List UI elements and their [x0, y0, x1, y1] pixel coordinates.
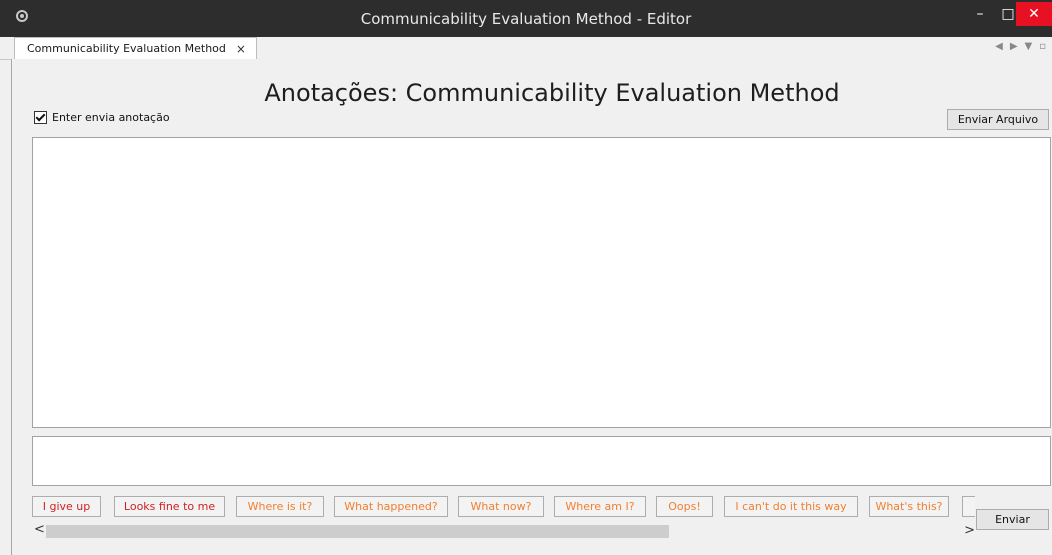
tab-label: Communicability Evaluation Method: [27, 41, 226, 55]
send-button[interactable]: Enviar: [976, 509, 1049, 530]
enter-sends-label: Enter envia anotação: [52, 111, 170, 124]
tag-button-what-now[interactable]: What now?: [458, 496, 544, 517]
enter-sends-checkbox-row[interactable]: Enter envia anotação: [34, 111, 170, 124]
tab-extra-icon[interactable]: ▫: [1039, 41, 1046, 52]
tag-button-where-is-it[interactable]: Where is it?: [236, 496, 324, 517]
scroll-right-icon[interactable]: >: [964, 523, 975, 538]
tag-button-i-cant-do-it-this-way[interactable]: I can't do it this way: [724, 496, 858, 517]
tab-forward-icon[interactable]: ▶: [1010, 41, 1018, 52]
tag-button-looks-fine-to-me[interactable]: Looks fine to me: [114, 496, 225, 517]
tags-horizontal-scrollbar[interactable]: < >: [32, 522, 975, 540]
annotations-display[interactable]: [32, 137, 1051, 428]
tag-button-where-am-i[interactable]: Where am I?: [554, 496, 646, 517]
tag-button-partial[interactable]: [962, 496, 975, 517]
tab-strip: Communicability Evaluation Method × ◀ ▶ …: [0, 37, 1052, 60]
enter-sends-checkbox[interactable]: [34, 111, 47, 124]
tag-toolbar: I give up Looks fine to me Where is it? …: [32, 496, 975, 542]
tab-menu-icon[interactable]: ▼: [1025, 41, 1033, 52]
tab-communicability-evaluation-method[interactable]: Communicability Evaluation Method ×: [14, 37, 257, 59]
annotation-input[interactable]: [32, 436, 1051, 486]
tab-navigation: ◀ ▶ ▼ ▫: [995, 41, 1046, 52]
annotation-panel: Anotações: Communicability Evaluation Me…: [11, 59, 1052, 555]
editor-window: Communicability Evaluation Method - Edit…: [0, 0, 1052, 555]
close-button[interactable]: ✕: [1016, 2, 1052, 26]
send-file-button[interactable]: Enviar Arquivo: [947, 109, 1049, 130]
title-bar: Communicability Evaluation Method - Edit…: [0, 0, 1052, 37]
minimize-button[interactable]: –: [966, 0, 994, 28]
tag-button-whats-this[interactable]: What's this?: [869, 496, 949, 517]
window-title: Communicability Evaluation Method - Edit…: [360, 10, 692, 28]
scroll-thumb[interactable]: [46, 525, 669, 538]
tag-button-what-happened[interactable]: What happened?: [334, 496, 448, 517]
tab-back-icon[interactable]: ◀: [995, 41, 1003, 52]
tag-button-i-give-up[interactable]: I give up: [32, 496, 101, 517]
page-title: Anotações: Communicability Evaluation Me…: [264, 79, 840, 107]
tab-close-icon[interactable]: ×: [236, 39, 246, 59]
tag-button-oops[interactable]: Oops!: [656, 496, 713, 517]
scroll-left-icon[interactable]: <: [34, 522, 45, 537]
